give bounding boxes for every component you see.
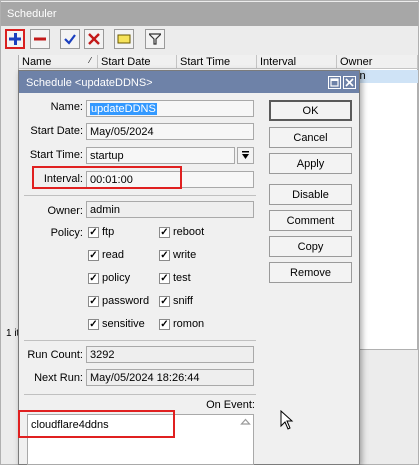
column-header-start-time[interactable]: Start Time — [177, 55, 257, 69]
close-icon — [345, 78, 354, 87]
restore-button[interactable] — [328, 76, 341, 89]
separator — [24, 394, 256, 395]
ok-button[interactable]: OK — [269, 100, 352, 121]
policy-write-label: write — [173, 249, 197, 261]
filter-button[interactable] — [145, 29, 165, 49]
policy-test-label: test — [173, 272, 191, 284]
next-run-label: Next Run: — [34, 372, 83, 384]
policy-read-label: read — [102, 249, 125, 261]
policy-policy-checkbox[interactable]: ✓ — [88, 273, 99, 284]
on-event-label: On Event: — [206, 399, 255, 411]
dropdown-arrow-icon — [242, 151, 249, 159]
enable-check-icon — [64, 34, 76, 45]
column-header-interval[interactable]: Interval — [257, 55, 337, 69]
column-header-label: Name — [22, 56, 52, 68]
next-run-field: May/05/2024 18:26:44 — [86, 369, 254, 386]
owner-label: Owner: — [47, 205, 83, 217]
disable-schedule-button[interactable]: Disable — [269, 184, 352, 205]
remove-icon — [34, 37, 46, 41]
policy-sniff-label: sniff — [173, 295, 193, 307]
scroll-up-arrow-icon — [240, 418, 251, 425]
policy-password-label: password — [102, 295, 150, 307]
interval-highlight — [32, 166, 182, 189]
policy-ftp-label: ftp — [102, 226, 115, 238]
start-time-dropdown[interactable] — [237, 147, 254, 164]
comment-schedule-button[interactable]: Comment — [269, 210, 352, 231]
policy-reboot-label: reboot — [173, 226, 205, 238]
start-date-label: Start Date: — [30, 125, 83, 137]
policy-romon-label: romon — [173, 318, 205, 330]
policy-label: Policy: — [50, 227, 83, 239]
separator — [24, 340, 256, 341]
name-field[interactable]: updateDDNS — [86, 100, 254, 117]
remove-schedule-button[interactable]: Remove — [269, 262, 352, 283]
policy-read-checkbox[interactable]: ✓ — [88, 250, 99, 261]
cancel-button[interactable]: Cancel — [269, 127, 352, 148]
column-header-name[interactable]: Name ⁄ — [19, 55, 98, 69]
policy-sensitive-label: sensitive — [102, 318, 145, 330]
copy-button[interactable]: Copy — [269, 236, 352, 257]
policy-romon-checkbox[interactable]: ✓ — [159, 319, 170, 330]
policy-sniff-checkbox[interactable]: ✓ — [159, 296, 170, 307]
column-header-start-date[interactable]: Start Date — [98, 55, 177, 69]
column-header-owner[interactable]: Owner — [337, 55, 418, 69]
enable-button[interactable] — [60, 29, 80, 49]
disable-button[interactable] — [84, 29, 104, 49]
dialog-title: Schedule <updateDDNS> — [19, 71, 359, 93]
comment-button[interactable] — [114, 29, 134, 49]
remove-button[interactable] — [30, 29, 50, 49]
add-icon — [9, 33, 21, 45]
start-time-field[interactable]: startup — [86, 147, 235, 164]
mouse-cursor-icon — [280, 410, 294, 430]
scheduler-title: Scheduler — [1, 2, 418, 26]
apply-button[interactable]: Apply — [269, 153, 352, 174]
run-count-field: 3292 — [86, 346, 254, 363]
close-button[interactable] — [343, 76, 356, 89]
on-event-scrollbar[interactable] — [238, 416, 253, 464]
owner-field: admin — [86, 201, 254, 218]
name-value: updateDDNS — [90, 103, 157, 115]
run-count-label: Run Count: — [27, 349, 83, 361]
separator — [24, 195, 256, 196]
policy-reboot-checkbox[interactable]: ✓ — [159, 227, 170, 238]
add-button[interactable] — [5, 29, 25, 49]
policy-sensitive-checkbox[interactable]: ✓ — [88, 319, 99, 330]
policy-policy-label: policy — [102, 272, 131, 284]
comment-note-icon — [117, 34, 131, 44]
policy-ftp-checkbox[interactable]: ✓ — [88, 227, 99, 238]
on-event-highlight — [18, 410, 175, 438]
start-date-field[interactable]: May/05/2024 — [86, 123, 254, 140]
policy-write-checkbox[interactable]: ✓ — [159, 250, 170, 261]
policy-password-checkbox[interactable]: ✓ — [88, 296, 99, 307]
name-label: Name: — [50, 101, 83, 113]
disable-x-icon — [88, 33, 100, 45]
restore-icon — [330, 78, 339, 87]
policy-test-checkbox[interactable]: ✓ — [159, 273, 170, 284]
filter-icon — [149, 33, 161, 45]
start-time-label: Start Time: — [29, 149, 83, 161]
